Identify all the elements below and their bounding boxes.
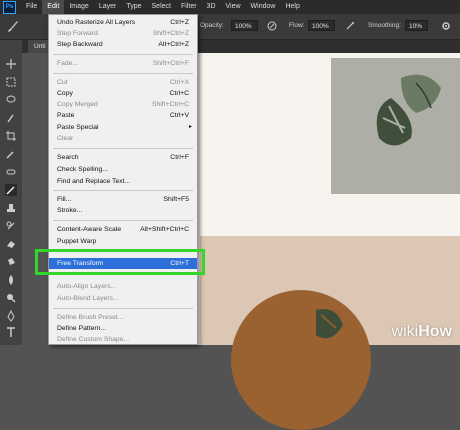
menu-item-search[interactable]: Search Ctrl+F xyxy=(49,152,197,163)
artwork-brown-circle xyxy=(231,290,371,430)
menu-separator xyxy=(53,54,193,55)
menu-item-define-custom-shape[interactable]: Define Custom Shape... xyxy=(49,334,197,345)
menu-item-stroke[interactable]: Stroke... xyxy=(49,205,197,216)
flow-label: Flow: xyxy=(289,22,305,29)
menu-item-fill[interactable]: Fill... Shift+F5 xyxy=(49,194,197,205)
menu-bar: Ps File Edit Image Layer Type Select Fil… xyxy=(0,0,460,14)
plant-leaf-illustration xyxy=(316,309,343,339)
flow-field[interactable]: 100% xyxy=(308,20,335,31)
menu-item-auto-align-layers[interactable]: Auto-Align Layers... xyxy=(49,281,197,292)
menu-window[interactable]: Window xyxy=(246,0,281,14)
monstera-leaf-illustration xyxy=(376,74,441,146)
menu-item-puppet-warp[interactable]: Puppet Warp xyxy=(49,236,197,247)
menu-item-define-pattern[interactable]: Define Pattern... xyxy=(49,323,197,334)
marquee-tool-icon[interactable] xyxy=(5,76,17,88)
menu-item-copy-merged[interactable]: Copy Merged Shift+Ctrl+C xyxy=(49,99,197,110)
menu-separator xyxy=(53,308,193,309)
menu-item-paste[interactable]: Paste Ctrl+V xyxy=(49,110,197,121)
menu-edit[interactable]: Edit xyxy=(42,0,65,14)
menu-file[interactable]: File xyxy=(21,0,42,14)
eraser-tool-icon[interactable] xyxy=(5,238,17,250)
menu-item-cut[interactable]: Cut Ctrl+X xyxy=(49,77,197,88)
artwork-grey-panel xyxy=(331,58,460,194)
menu-type[interactable]: Type xyxy=(121,0,146,14)
clone-stamp-tool-icon[interactable] xyxy=(5,202,17,214)
move-tool-icon[interactable] xyxy=(5,58,17,70)
menu-item-clear[interactable]: Clear xyxy=(49,133,197,144)
lasso-tool-icon[interactable] xyxy=(5,94,17,106)
quick-select-tool-icon[interactable] xyxy=(5,112,17,124)
brush-tool-icon-active[interactable] xyxy=(5,184,17,196)
airbrush-icon[interactable] xyxy=(345,21,355,31)
menu-layer[interactable]: Layer xyxy=(94,0,122,14)
tools-panel xyxy=(0,40,23,345)
menu-help[interactable]: Help xyxy=(280,0,304,14)
edit-menu-dropdown: Undo Rasterize All Layers Ctrl+Z Step For… xyxy=(48,14,198,345)
menu-item-copy[interactable]: Copy Ctrl+C xyxy=(49,88,197,99)
type-tool-icon[interactable] xyxy=(5,326,17,338)
menu-view[interactable]: View xyxy=(221,0,246,14)
dodge-tool-icon[interactable] xyxy=(5,292,17,304)
menu-filter[interactable]: Filter xyxy=(176,0,202,14)
opacity-label: Opacity: xyxy=(200,22,224,29)
menu-select[interactable]: Select xyxy=(147,0,176,14)
submenu-arrow-icon: ▸ xyxy=(188,124,192,130)
healing-tool-icon[interactable] xyxy=(5,166,17,178)
menu-item-step-forward[interactable]: Step Forward Shift+Ctrl+Z xyxy=(49,28,197,39)
history-brush-tool-icon[interactable] xyxy=(5,220,17,232)
smoothing-label: Smoothing: xyxy=(368,22,401,29)
menu-separator xyxy=(53,220,193,221)
wikihow-watermark: wikiHow xyxy=(391,323,452,340)
tutorial-highlight-box xyxy=(35,249,205,275)
menu-separator xyxy=(53,73,193,74)
menu-item-step-backward[interactable]: Step Backward Alt+Ctrl+Z xyxy=(49,39,197,50)
opacity-field[interactable]: 100% xyxy=(231,20,258,31)
menu-separator xyxy=(53,148,193,149)
gear-icon[interactable] xyxy=(441,21,451,31)
eyedropper-tool-icon[interactable] xyxy=(5,148,17,160)
menu-3d[interactable]: 3D xyxy=(202,0,221,14)
photoshop-logo: Ps xyxy=(3,0,16,14)
blur-tool-icon[interactable] xyxy=(5,274,17,286)
menu-item-check-spelling[interactable]: Check Spelling... xyxy=(49,164,197,175)
menu-separator xyxy=(53,190,193,191)
menu-item-fade[interactable]: Fade... Shift+Ctrl+F xyxy=(49,58,197,69)
menu-item-paste-special[interactable]: Paste Special ▸ xyxy=(49,122,197,133)
menu-item-define-brush-preset[interactable]: Define Brush Preset... xyxy=(49,312,197,323)
pen-tool-icon[interactable] xyxy=(5,310,17,322)
pressure-opacity-icon[interactable] xyxy=(267,21,277,31)
menu-image[interactable]: Image xyxy=(64,0,93,14)
menu-item-undo[interactable]: Undo Rasterize All Layers Ctrl+Z xyxy=(49,17,197,28)
menu-item-content-aware-scale[interactable]: Content-Aware Scale Alt+Shift+Ctrl+C xyxy=(49,224,197,235)
brush-tool-icon[interactable] xyxy=(6,19,20,33)
smoothing-field[interactable]: 10% xyxy=(405,20,428,31)
crop-tool-icon[interactable] xyxy=(5,130,17,142)
menu-item-auto-blend-layers[interactable]: Auto-Blend Layers... xyxy=(49,293,197,304)
paint-bucket-tool-icon[interactable] xyxy=(5,256,17,268)
menu-item-find-replace[interactable]: Find and Replace Text... xyxy=(49,176,197,187)
